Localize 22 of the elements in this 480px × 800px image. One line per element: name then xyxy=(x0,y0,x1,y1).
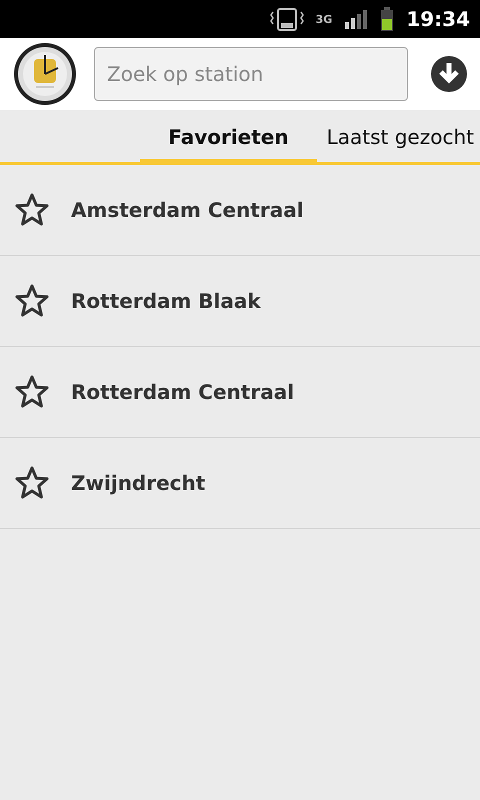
station-name: Zwijndrecht xyxy=(71,471,206,495)
signal-icon xyxy=(344,9,368,29)
network-label: 3G xyxy=(316,12,332,26)
clock-train-logo[interactable] xyxy=(12,41,78,107)
tab[interactable]: Favorieten xyxy=(140,125,317,165)
station-name: Rotterdam Blaak xyxy=(71,289,261,313)
station-name: Rotterdam Centraal xyxy=(71,380,294,404)
vibrate-icon xyxy=(270,7,304,31)
star-icon[interactable] xyxy=(14,283,50,319)
star-icon[interactable] xyxy=(14,192,50,228)
station-row[interactable]: Rotterdam Blaak xyxy=(0,256,480,347)
station-name: Amsterdam Centraal xyxy=(71,198,304,222)
download-icon[interactable] xyxy=(430,55,468,93)
station-row[interactable]: Rotterdam Centraal xyxy=(0,347,480,438)
station-row[interactable]: Zwijndrecht xyxy=(0,438,480,529)
star-icon[interactable] xyxy=(14,374,50,410)
station-row[interactable]: Amsterdam Centraal xyxy=(0,165,480,256)
star-icon[interactable] xyxy=(14,465,50,501)
clock: 19:34 xyxy=(406,7,470,31)
search-field[interactable]: Zoek op station xyxy=(94,47,408,101)
tab[interactable]: Laatst gezocht xyxy=(316,125,480,165)
battery-icon xyxy=(380,7,394,31)
